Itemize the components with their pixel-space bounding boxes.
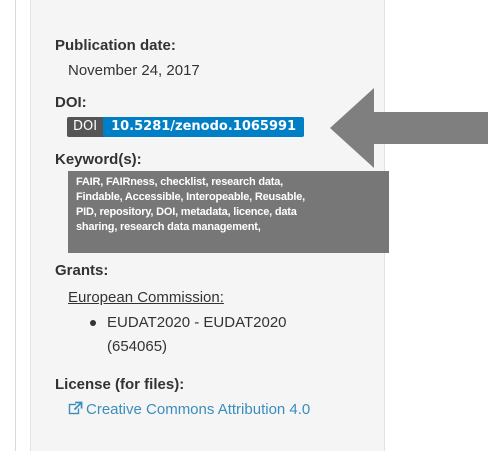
external-link-icon — [68, 401, 83, 415]
keywords-line: Findable, Accessible, Interopeable, Reus… — [76, 191, 306, 203]
keywords-line: FAIR, FAIRness, checklist, research data… — [76, 176, 284, 188]
grants-label: Grants: — [55, 262, 109, 279]
list-bullet — [90, 320, 96, 326]
grant-funder-link[interactable]: European Commission: — [68, 289, 224, 306]
license-link-label: Creative Commons Attribution 4.0 — [86, 401, 311, 418]
grant-item-line-2: (654065) — [107, 338, 168, 355]
arrow-left-icon — [330, 88, 488, 168]
keywords-badge[interactable]: FAIR, FAIRness, checklist, research data… — [68, 171, 389, 253]
keywords-label: Keyword(s): — [55, 151, 142, 168]
publication-date-label: Publication date: — [55, 37, 176, 54]
license-label: License (for files): — [55, 376, 185, 393]
keywords-line: PID, repository, DOI, metadata, licence,… — [76, 206, 297, 218]
publication-date-value: November 24, 2017 — [68, 62, 200, 79]
keywords-line: sharing, research data management, — [76, 221, 261, 233]
grant-item-line-1: EUDAT2020 - EUDAT2020 — [107, 314, 287, 331]
license-link[interactable]: Creative Commons Attribution 4.0 — [68, 401, 310, 418]
doi-badge[interactable]: DOI 10.5281/zenodo.1065991 — [67, 117, 305, 137]
page-divider — [15, 0, 16, 451]
doi-badge-prefix: DOI — [67, 117, 104, 137]
doi-badge-value: 10.5281/zenodo.1065991 — [103, 117, 305, 137]
doi-label: DOI: — [55, 94, 87, 111]
